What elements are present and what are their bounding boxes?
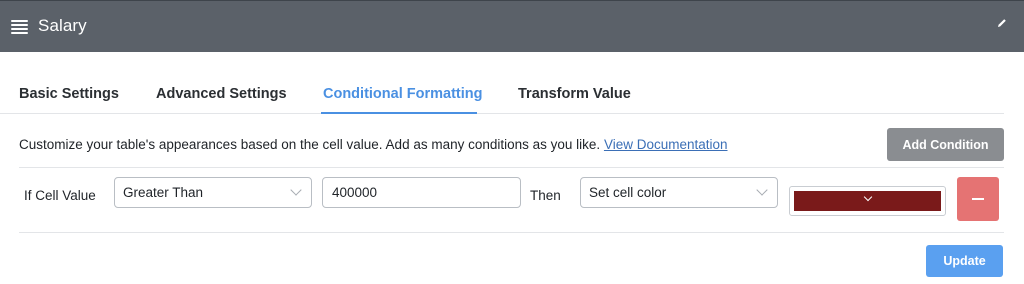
tab-transform-value[interactable]: Transform Value: [518, 86, 631, 102]
update-button[interactable]: Update: [926, 245, 1003, 277]
chevron-down-icon: [756, 184, 768, 196]
divider-bottom: [19, 232, 1004, 233]
tab-conditional-formatting[interactable]: Conditional Formatting: [323, 86, 482, 102]
action-select-value: Set cell color: [589, 185, 667, 200]
remove-condition-button[interactable]: [957, 177, 999, 221]
divider-top: [19, 167, 1004, 168]
add-condition-button[interactable]: Add Condition: [887, 128, 1004, 161]
operator-select[interactable]: Greater Than: [114, 177, 312, 208]
tab-advanced-settings[interactable]: Advanced Settings: [156, 86, 287, 102]
view-documentation-link[interactable]: View Documentation: [604, 137, 728, 152]
selected-color-swatch: [794, 191, 941, 211]
chevron-down-icon: [290, 184, 302, 196]
operator-select-value: Greater Than: [123, 185, 204, 200]
minus-icon: [972, 198, 984, 200]
description-text: Customize your table's appearances based…: [19, 137, 601, 152]
then-label: Then: [530, 188, 561, 203]
if-cell-value-label: If Cell Value: [24, 188, 96, 203]
action-select[interactable]: Set cell color: [580, 177, 778, 208]
condition-value-input[interactable]: 400000: [322, 177, 521, 208]
panel-header: Salary: [0, 0, 1024, 52]
settings-tabs: Basic Settings Advanced Settings Conditi…: [0, 80, 1004, 114]
hamburger-menu-icon[interactable]: [11, 19, 28, 35]
active-tab-indicator: [321, 112, 477, 114]
chevron-down-icon: [863, 192, 873, 202]
cell-color-picker[interactable]: [789, 186, 946, 216]
panel-title: Salary: [38, 16, 87, 35]
conditional-formatting-description: Customize your table's appearances based…: [19, 137, 728, 152]
tab-basic-settings[interactable]: Basic Settings: [19, 86, 119, 102]
pencil-icon[interactable]: [996, 17, 1008, 29]
